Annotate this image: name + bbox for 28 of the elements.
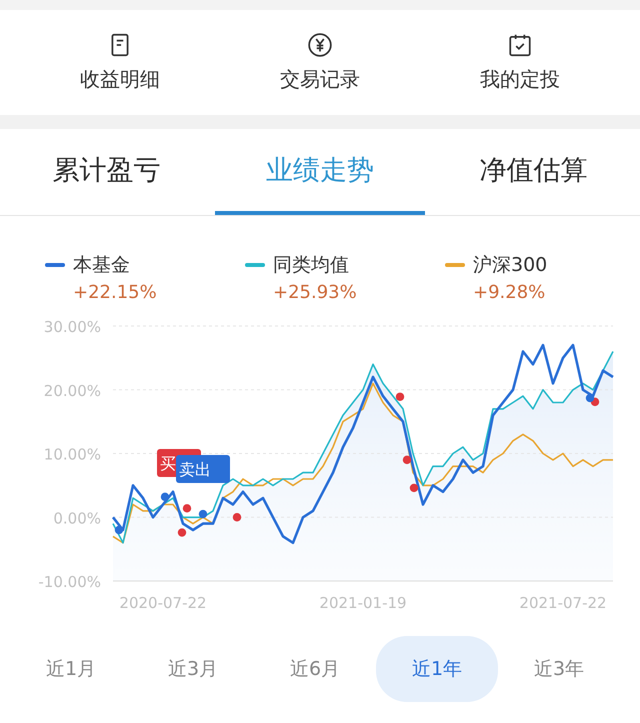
shortcut-label[interactable]: 收益明细 [80,66,160,93]
period-tab[interactable]: 近3月 [132,636,254,702]
legend-label: 沪深300 [473,253,548,278]
shortcut-label[interactable]: 交易记录 [280,66,360,93]
y-axis-label: 20.00% [44,382,101,400]
return-value: +22.15% [72,282,158,303]
y-axis-label: 30.00% [44,318,101,336]
calendar-icon[interactable] [507,32,533,58]
period-tab[interactable]: 近3年 [498,636,620,702]
sell-tag: 卖出 [176,455,230,483]
y-axis-label: -10.00% [38,573,101,591]
tab[interactable]: 净值估算 [428,129,638,215]
x-axis-label: 2021-07-22 [519,594,607,612]
legend-label: 同类均值 [273,253,349,278]
x-axis-label: 2021-01-19 [319,594,407,612]
period-tab[interactable]: 近1年 [376,636,498,702]
tab[interactable]: 业绩走势 [215,129,425,215]
y-axis-label: 10.00% [44,446,101,464]
tab[interactable]: 累计盈亏 [2,129,212,215]
shortcut-label[interactable]: 我的定投 [480,66,560,93]
period-tab[interactable]: 近1月 [10,636,132,702]
y-axis-label: 0.00% [53,509,101,528]
yen-icon[interactable] [307,32,333,58]
return-value: +25.93% [272,282,358,303]
legend-label: 本基金 [73,253,130,278]
period-tab[interactable]: 近6月 [254,636,376,702]
return-value: +9.28% [472,282,546,303]
x-axis-label: 2020-07-22 [119,594,207,612]
